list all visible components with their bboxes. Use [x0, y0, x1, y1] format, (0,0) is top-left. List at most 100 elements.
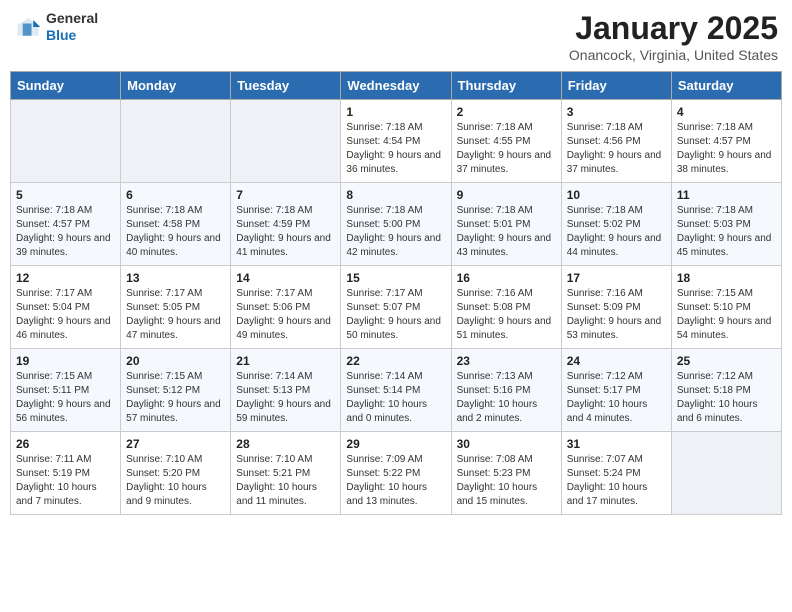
calendar-cell: 5Sunrise: 7:18 AM Sunset: 4:57 PM Daylig… [11, 183, 121, 266]
day-info: Sunrise: 7:07 AM Sunset: 5:24 PM Dayligh… [567, 453, 666, 509]
calendar-cell: 16 Sunrise: 7:16 AM Sunset: 5:08 PM Dayli… [451, 266, 561, 349]
calendar-cell: 14Sunrise: 7:17 AM Sunset: 5:06 PM Dayli… [231, 266, 341, 349]
calendar-week-2: 5Sunrise: 7:18 AM Sunset: 4:57 PM Daylig… [11, 183, 782, 266]
day-number: 29 [346, 437, 445, 451]
calendar-cell: 3Sunrise: 7:18 AM Sunset: 4:56 PM Daylig… [561, 100, 671, 183]
day-info: Sunrise: 7:17 AM Sunset: 5:05 PM Dayligh… [126, 287, 225, 343]
calendar-cell: 18 Sunrise: 7:15 AM Sunset: 5:10 PM Dayli… [671, 266, 781, 349]
day-number: 21 [236, 354, 335, 368]
day-number: 15 [346, 271, 445, 285]
calendar-cell: 12 Sunrise: 7:17 AM Sunset: 5:04 PM Dayli… [11, 266, 121, 349]
day-info: Sunrise: 7:12 AM Sunset: 5:18 PM Dayligh… [677, 370, 776, 426]
day-info: Sunrise: 7:15 AM Sunset: 5:10 PM Dayligh… [677, 287, 776, 343]
calendar-cell: 11 Sunrise: 7:18 AM Sunset: 5:03 PM Dayli… [671, 183, 781, 266]
day-info: Sunrise: 7:18 AM Sunset: 4:58 PM Dayligh… [126, 204, 225, 260]
day-info: Sunrise: 7:18 AM Sunset: 4:55 PM Dayligh… [457, 121, 556, 177]
calendar-cell: 27 Sunrise: 7:10 AM Sunset: 5:20 PM Dayli… [121, 432, 231, 515]
day-number: 25 [677, 354, 776, 368]
logo-icon [14, 13, 42, 41]
day-info: Sunrise: 7:17 AM Sunset: 5:04 PM Dayligh… [16, 287, 115, 343]
calendar-cell: 8 Sunrise: 7:18 AM Sunset: 5:00 PM Daylig… [341, 183, 451, 266]
calendar-table: SundayMondayTuesdayWednesdayThursdayFrid… [10, 71, 782, 515]
day-number: 10 [567, 188, 666, 202]
day-info: Sunrise: 7:18 AM Sunset: 4:54 PM Dayligh… [346, 121, 445, 177]
calendar-cell: 21Sunrise: 7:14 AM Sunset: 5:13 PM Dayli… [231, 349, 341, 432]
day-number: 7 [236, 188, 335, 202]
logo-general: General [46, 10, 98, 27]
day-info: Sunrise: 7:14 AM Sunset: 5:14 PM Dayligh… [346, 370, 445, 426]
day-number: 19 [16, 354, 115, 368]
calendar-cell: 6 Sunrise: 7:18 AM Sunset: 4:58 PM Daylig… [121, 183, 231, 266]
day-number: 9 [457, 188, 556, 202]
weekday-header-monday: Monday [121, 72, 231, 100]
day-info: Sunrise: 7:11 AM Sunset: 5:19 PM Dayligh… [16, 453, 115, 509]
day-info: Sunrise: 7:10 AM Sunset: 5:20 PM Dayligh… [126, 453, 225, 509]
calendar-cell: 25 Sunrise: 7:12 AM Sunset: 5:18 PM Dayli… [671, 349, 781, 432]
day-info: Sunrise: 7:18 AM Sunset: 4:56 PM Dayligh… [567, 121, 666, 177]
day-number: 30 [457, 437, 556, 451]
calendar-cell: 31 Sunrise: 7:07 AM Sunset: 5:24 PM Dayli… [561, 432, 671, 515]
day-number: 13 [126, 271, 225, 285]
day-info: Sunrise: 7:18 AM Sunset: 4:57 PM Dayligh… [677, 121, 776, 177]
day-info: Sunrise: 7:16 AM Sunset: 5:08 PM Dayligh… [457, 287, 556, 343]
calendar-cell: 19Sunrise: 7:15 AM Sunset: 5:11 PM Dayli… [11, 349, 121, 432]
day-number: 16 [457, 271, 556, 285]
calendar-cell: 28Sunrise: 7:10 AM Sunset: 5:21 PM Dayli… [231, 432, 341, 515]
logo-text: General Blue [46, 10, 98, 44]
day-info: Sunrise: 7:18 AM Sunset: 4:57 PM Dayligh… [16, 204, 115, 260]
day-number: 1 [346, 105, 445, 119]
calendar-week-5: 26 Sunrise: 7:11 AM Sunset: 5:19 PM Dayli… [11, 432, 782, 515]
day-number: 26 [16, 437, 115, 451]
calendar-cell [121, 100, 231, 183]
day-info: Sunrise: 7:18 AM Sunset: 5:03 PM Dayligh… [677, 204, 776, 260]
calendar-cell: 2Sunrise: 7:18 AM Sunset: 4:55 PM Daylig… [451, 100, 561, 183]
day-info: Sunrise: 7:17 AM Sunset: 5:07 PM Dayligh… [346, 287, 445, 343]
day-info: Sunrise: 7:13 AM Sunset: 5:16 PM Dayligh… [457, 370, 556, 426]
day-number: 27 [126, 437, 225, 451]
day-number: 28 [236, 437, 335, 451]
title-block: January 2025 Onancock, Virginia, United … [569, 10, 778, 63]
calendar-week-4: 19Sunrise: 7:15 AM Sunset: 5:11 PM Dayli… [11, 349, 782, 432]
day-number: 8 [346, 188, 445, 202]
calendar-cell: 1 Sunrise: 7:18 AM Sunset: 4:54 PM Daylig… [341, 100, 451, 183]
calendar-cell [231, 100, 341, 183]
day-info: Sunrise: 7:15 AM Sunset: 5:12 PM Dayligh… [126, 370, 225, 426]
logo-blue: Blue [46, 27, 98, 44]
weekday-header-friday: Friday [561, 72, 671, 100]
day-info: Sunrise: 7:18 AM Sunset: 5:02 PM Dayligh… [567, 204, 666, 260]
calendar-week-3: 12 Sunrise: 7:17 AM Sunset: 5:04 PM Dayli… [11, 266, 782, 349]
calendar-cell: 23Sunrise: 7:13 AM Sunset: 5:16 PM Dayli… [451, 349, 561, 432]
calendar-cell: 30 Sunrise: 7:08 AM Sunset: 5:23 PM Dayli… [451, 432, 561, 515]
day-number: 20 [126, 354, 225, 368]
calendar-cell: 7 Sunrise: 7:18 AM Sunset: 4:59 PM Daylig… [231, 183, 341, 266]
day-number: 31 [567, 437, 666, 451]
calendar-cell: 29 Sunrise: 7:09 AM Sunset: 5:22 PM Dayli… [341, 432, 451, 515]
logo: General Blue [14, 10, 98, 44]
day-number: 18 [677, 271, 776, 285]
day-info: Sunrise: 7:08 AM Sunset: 5:23 PM Dayligh… [457, 453, 556, 509]
calendar-cell: 24Sunrise: 7:12 AM Sunset: 5:17 PM Dayli… [561, 349, 671, 432]
calendar-week-1: 1 Sunrise: 7:18 AM Sunset: 4:54 PM Daylig… [11, 100, 782, 183]
calendar-cell: 26 Sunrise: 7:11 AM Sunset: 5:19 PM Dayli… [11, 432, 121, 515]
weekday-header-row: SundayMondayTuesdayWednesdayThursdayFrid… [11, 72, 782, 100]
weekday-header-tuesday: Tuesday [231, 72, 341, 100]
calendar-cell: 20 Sunrise: 7:15 AM Sunset: 5:12 PM Dayli… [121, 349, 231, 432]
day-info: Sunrise: 7:12 AM Sunset: 5:17 PM Dayligh… [567, 370, 666, 426]
day-info: Sunrise: 7:09 AM Sunset: 5:22 PM Dayligh… [346, 453, 445, 509]
calendar-cell: 15 Sunrise: 7:17 AM Sunset: 5:07 PM Dayli… [341, 266, 451, 349]
weekday-header-wednesday: Wednesday [341, 72, 451, 100]
day-number: 17 [567, 271, 666, 285]
day-info: Sunrise: 7:18 AM Sunset: 4:59 PM Dayligh… [236, 204, 335, 260]
calendar-cell: 4 Sunrise: 7:18 AM Sunset: 4:57 PM Daylig… [671, 100, 781, 183]
calendar-cell: 17Sunrise: 7:16 AM Sunset: 5:09 PM Dayli… [561, 266, 671, 349]
calendar-cell [671, 432, 781, 515]
day-number: 11 [677, 188, 776, 202]
day-number: 6 [126, 188, 225, 202]
page-header: General Blue January 2025 Onancock, Virg… [10, 10, 782, 63]
day-number: 12 [16, 271, 115, 285]
day-number: 4 [677, 105, 776, 119]
calendar-cell: 22Sunrise: 7:14 AM Sunset: 5:14 PM Dayli… [341, 349, 451, 432]
calendar-cell: 10 Sunrise: 7:18 AM Sunset: 5:02 PM Dayli… [561, 183, 671, 266]
calendar-cell: 13 Sunrise: 7:17 AM Sunset: 5:05 PM Dayli… [121, 266, 231, 349]
day-info: Sunrise: 7:18 AM Sunset: 5:00 PM Dayligh… [346, 204, 445, 260]
